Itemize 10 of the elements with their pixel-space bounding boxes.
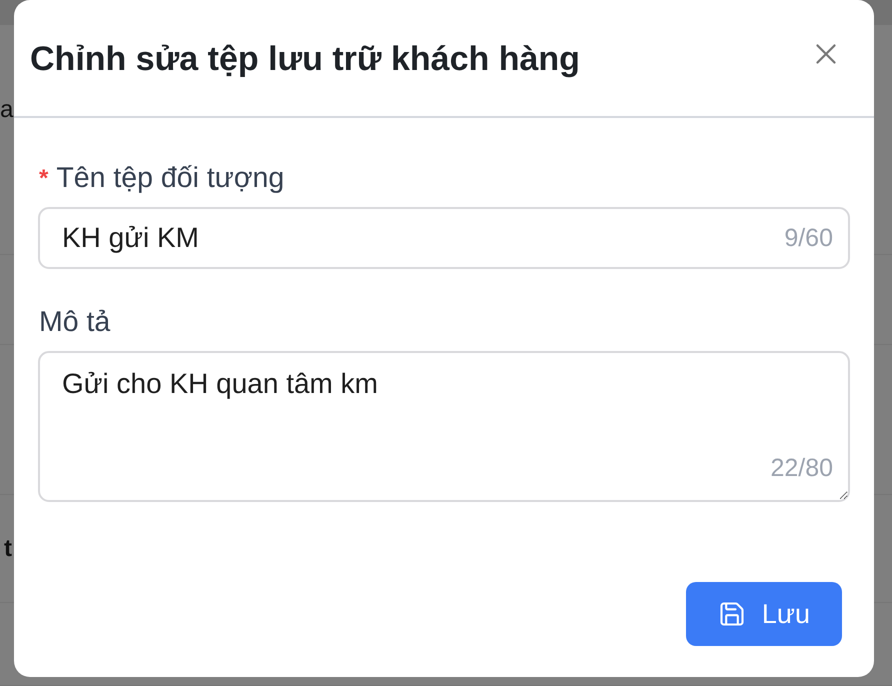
save-button[interactable]: Lưu xyxy=(686,582,842,646)
character-count: 22/80 xyxy=(770,454,833,482)
required-mark: * xyxy=(39,165,48,193)
field-label: Tên tệp đối tượng xyxy=(56,161,284,195)
background-text: t xyxy=(4,537,12,561)
dialog-title: Chỉnh sửa tệp lưu trữ khách hàng xyxy=(30,39,580,80)
background-text: a xyxy=(0,98,14,122)
character-count: 9/60 xyxy=(784,224,833,252)
save-icon xyxy=(718,600,746,628)
field-label: Mô tả xyxy=(39,305,110,339)
